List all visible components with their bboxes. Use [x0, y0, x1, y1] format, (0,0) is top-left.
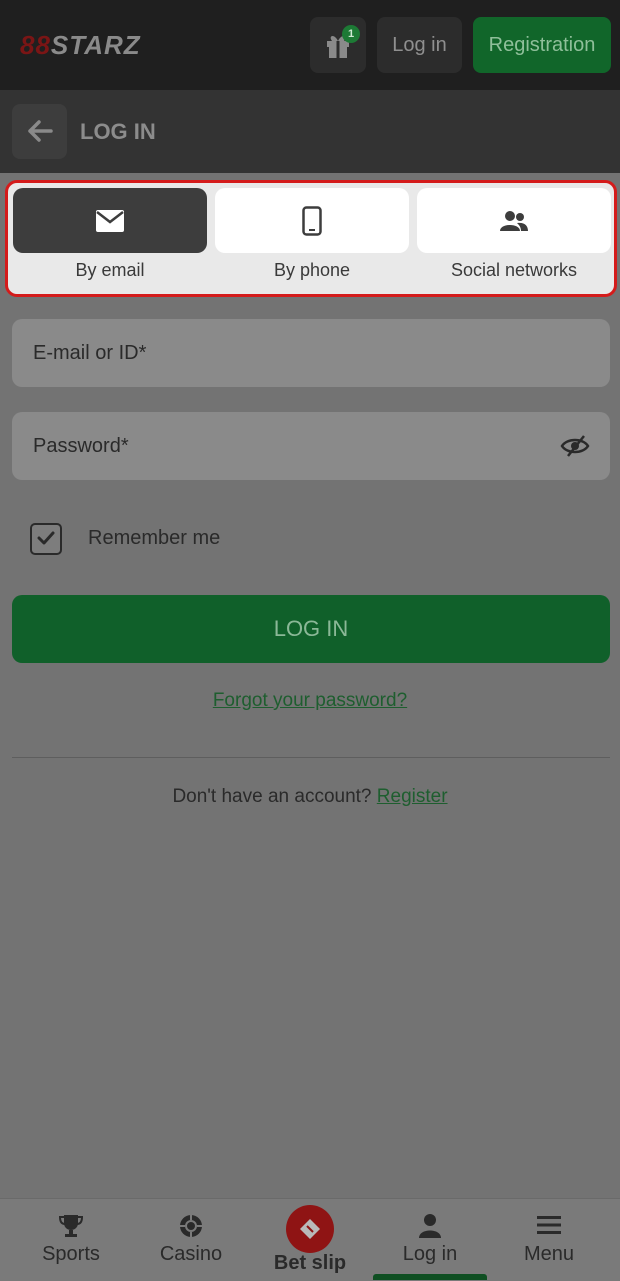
- registration-button[interactable]: Registration: [473, 17, 611, 73]
- method-email-tile[interactable]: [13, 188, 207, 253]
- nav-bet-slip-label: Bet slip: [273, 1252, 347, 1274]
- register-link[interactable]: Register: [377, 786, 448, 807]
- nav-bet-slip[interactable]: Bet slip: [250, 1199, 370, 1281]
- forgot-password-link[interactable]: Forgot your password?: [0, 690, 620, 712]
- back-arrow-icon: [28, 120, 53, 142]
- nav-login-label: Log in: [402, 1243, 458, 1265]
- remember-label: Remember me: [88, 527, 221, 549]
- nav-casino[interactable]: Casino: [131, 1199, 251, 1281]
- method-phone-label: By phone: [273, 260, 351, 280]
- no-account-text: Don't have an account?: [172, 786, 372, 807]
- page-header: LOG IN: [0, 90, 620, 173]
- nav-sports-label: Sports: [42, 1243, 100, 1265]
- password-field: [12, 412, 610, 480]
- page-title: LOG IN: [80, 119, 156, 144]
- remember-me[interactable]: Remember me: [30, 523, 330, 555]
- divider: [12, 757, 610, 758]
- nav-login[interactable]: Log in: [370, 1199, 490, 1281]
- nav-menu-label: Menu: [523, 1243, 575, 1265]
- method-phone-tile[interactable]: [215, 188, 409, 253]
- nav-menu[interactable]: Menu: [489, 1199, 609, 1281]
- chip-icon: [180, 1215, 202, 1237]
- eye-hidden-icon[interactable]: [560, 434, 590, 458]
- hamburger-icon: [537, 1216, 561, 1234]
- nav-sports[interactable]: Sports: [11, 1199, 131, 1281]
- method-phone[interactable]: By phone: [215, 188, 409, 298]
- nav-active-indicator: [373, 1274, 487, 1280]
- bet-slip-circle[interactable]: [286, 1205, 334, 1253]
- method-email-label: By email: [75, 260, 145, 280]
- envelope-icon: [96, 209, 124, 232]
- people-icon: [500, 210, 528, 231]
- email-input[interactable]: [12, 319, 553, 387]
- phone-icon: [302, 205, 322, 236]
- remember-checkbox[interactable]: [30, 523, 62, 555]
- login-submit-button[interactable]: LOG IN: [12, 595, 610, 663]
- logo-mark: 88: [20, 30, 51, 60]
- bottom-nav: Sports Casino Bet slip Log in Menu: [0, 1198, 620, 1281]
- no-account-row: Don't have an account? Register: [0, 786, 620, 808]
- header-login-button[interactable]: Log in: [377, 17, 462, 73]
- email-field: [12, 319, 610, 387]
- top-bar: 88STARZ 1 Log in Registration: [0, 0, 620, 90]
- checkmark-icon: [37, 531, 55, 545]
- trophy-icon: [58, 1215, 84, 1237]
- ticket-icon: [300, 1219, 320, 1239]
- method-social[interactable]: Social networks: [417, 188, 611, 298]
- method-social-tile[interactable]: [417, 188, 611, 253]
- login-method-selector: By email By phone Social networks: [5, 180, 617, 297]
- logo-text: STARZ: [50, 30, 141, 60]
- back-button[interactable]: [12, 104, 67, 159]
- user-icon: [419, 1214, 441, 1238]
- gift-badge: 1: [342, 25, 360, 43]
- password-input[interactable]: [12, 412, 553, 480]
- method-email[interactable]: By email: [13, 188, 207, 298]
- nav-casino-label: Casino: [159, 1243, 223, 1265]
- method-social-label: Social networks: [450, 260, 578, 280]
- gift-button[interactable]: 1: [310, 17, 366, 73]
- logo[interactable]: 88STARZ: [20, 30, 141, 60]
